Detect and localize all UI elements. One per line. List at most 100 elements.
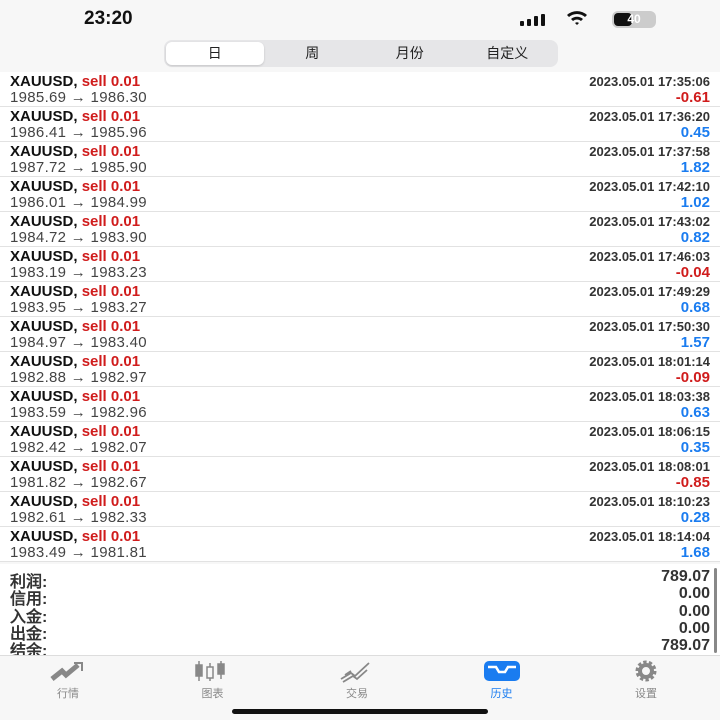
trade-prices: 1987.72 → 1985.90 (10, 159, 147, 176)
tab-gear[interactable]: 设置 (606, 659, 686, 701)
trade-side: sell 0.01 (81, 283, 141, 300)
trade-side: sell 0.01 (81, 458, 141, 475)
trade-profit: 1.68 (680, 544, 710, 561)
tab-history-tray[interactable]: 历史 (462, 659, 542, 701)
trade-side: sell 0.01 (81, 73, 141, 90)
trade-row[interactable]: XAUUSD, sell 0.01 2023.05.01 17:43:02 19… (0, 212, 720, 247)
trade-row[interactable]: XAUUSD, sell 0.01 2023.05.01 17:36:20 19… (0, 107, 720, 142)
trade-symbol: XAUUSD, sell 0.01 (10, 108, 140, 125)
trade-row[interactable]: XAUUSD, sell 0.01 2023.05.01 18:14:04 19… (0, 527, 720, 562)
trade-profit: -0.85 (675, 474, 710, 491)
tab-label: 行情 (57, 688, 79, 700)
trade-time: 2023.05.01 18:10:23 (589, 494, 710, 509)
trade-prices: 1981.82 → 1982.67 (10, 474, 147, 491)
trade-side: sell 0.01 (81, 178, 141, 195)
gear-icon (606, 659, 686, 683)
trade-time: 2023.05.01 17:50:30 (589, 319, 710, 334)
trade-row[interactable]: XAUUSD, sell 0.01 2023.05.01 17:46:03 19… (0, 247, 720, 282)
summary-row: 信用: 0.00 (0, 585, 720, 608)
tab-trade[interactable]: 交易 (317, 659, 397, 701)
trade-side: sell 0.01 (81, 353, 141, 370)
trade-row[interactable]: XAUUSD, sell 0.01 2023.05.01 18:08:01 19… (0, 457, 720, 492)
summary-value: 0.00 (678, 619, 710, 637)
symbol: XAUUSD, (10, 213, 78, 230)
symbol: XAUUSD, (10, 283, 78, 300)
symbol: XAUUSD, (10, 423, 78, 440)
trade-prices: 1983.95 → 1983.27 (10, 299, 147, 316)
period-tab-2[interactable]: 月份 (361, 42, 459, 65)
tab-label: 交易 (346, 688, 368, 700)
trade-profit: 0.35 (680, 439, 710, 456)
trade-prices: 1983.59 → 1982.96 (10, 404, 147, 421)
trade-symbol: XAUUSD, sell 0.01 (10, 213, 140, 230)
trade-time: 2023.05.01 17:46:03 (589, 249, 710, 264)
trade-symbol: XAUUSD, sell 0.01 (10, 73, 140, 90)
symbol: XAUUSD, (10, 143, 78, 160)
trade-prices: 1984.97 → 1983.40 (10, 334, 147, 351)
trade-symbol: XAUUSD, sell 0.01 (10, 283, 140, 300)
trade-row[interactable]: XAUUSD, sell 0.01 2023.05.01 18:10:23 19… (0, 492, 720, 527)
trade-profit: -0.04 (675, 264, 710, 281)
candlestick-chart-icon (173, 659, 253, 683)
trade-row[interactable]: XAUUSD, sell 0.01 2023.05.01 18:01:14 19… (0, 352, 720, 387)
trade-time: 2023.05.01 18:14:04 (589, 529, 710, 544)
home-indicator (232, 709, 488, 714)
trade-prices: 1982.88 → 1982.97 (10, 369, 147, 386)
status-bar: 23:20 40 (0, 0, 720, 40)
symbol: XAUUSD, (10, 73, 78, 90)
trade-side: sell 0.01 (81, 318, 141, 335)
symbol: XAUUSD, (10, 178, 78, 195)
trade-symbol: XAUUSD, sell 0.01 (10, 178, 140, 195)
symbol: XAUUSD, (10, 528, 78, 545)
trade-time: 2023.05.01 17:43:02 (589, 214, 710, 229)
trade-profit: 0.68 (680, 299, 710, 316)
trade-profit: 1.82 (680, 159, 710, 176)
trade-side: sell 0.01 (81, 423, 141, 440)
trade-profit: 1.02 (680, 194, 710, 211)
trade-time: 2023.05.01 17:37:58 (589, 144, 710, 159)
summary-value: 0.00 (678, 602, 710, 620)
scrollbar[interactable] (714, 568, 717, 653)
period-tab-1[interactable]: 周 (264, 42, 362, 65)
trade-prices: 1982.61 → 1982.33 (10, 509, 147, 526)
trade-history-list: XAUUSD, sell 0.01 2023.05.01 17:35:06 19… (0, 72, 720, 562)
trade-time: 2023.05.01 18:03:38 (589, 389, 710, 404)
tab-quotes[interactable]: 行情 (28, 659, 108, 701)
trade-row[interactable]: XAUUSD, sell 0.01 2023.05.01 17:49:29 19… (0, 282, 720, 317)
trade-profit: -0.61 (675, 89, 710, 106)
trade-row[interactable]: XAUUSD, sell 0.01 2023.05.01 18:03:38 19… (0, 387, 720, 422)
trade-time: 2023.05.01 17:42:10 (589, 179, 710, 194)
trade-row[interactable]: XAUUSD, sell 0.01 2023.05.01 18:06:15 19… (0, 422, 720, 457)
summary-row: 出金: 0.00 (0, 619, 720, 643)
tab-label: 设置 (635, 688, 657, 700)
summary-value: 789.07 (661, 568, 710, 585)
trade-prices: 1985.69 → 1986.30 (10, 89, 147, 106)
trade-symbol: XAUUSD, sell 0.01 (10, 528, 140, 545)
trade-time: 2023.05.01 18:06:15 (589, 424, 710, 439)
summary-row: 入金: 0.00 (0, 602, 720, 626)
trade-symbol: XAUUSD, sell 0.01 (10, 248, 140, 265)
trade-prices: 1982.42 → 1982.07 (10, 439, 147, 456)
period-tab-3[interactable]: 自定义 (459, 42, 557, 65)
symbol: XAUUSD, (10, 318, 78, 335)
trade-profit: 0.45 (680, 124, 710, 141)
trade-side: sell 0.01 (81, 108, 141, 125)
tab-candlestick-chart[interactable]: 图表 (173, 659, 253, 701)
period-tab-0[interactable]: 日 (166, 42, 264, 65)
trade-row[interactable]: XAUUSD, sell 0.01 2023.05.01 17:37:58 19… (0, 142, 720, 177)
summary-value: 789.07 (661, 637, 710, 655)
trade-row[interactable]: XAUUSD, sell 0.01 2023.05.01 17:50:30 19… (0, 317, 720, 352)
summary-row: 结余: 789.07 (0, 637, 720, 660)
trade-time: 2023.05.01 18:08:01 (589, 459, 710, 474)
trade-profit: 0.82 (680, 229, 710, 246)
symbol: XAUUSD, (10, 458, 78, 475)
trade-symbol: XAUUSD, sell 0.01 (10, 423, 140, 440)
trade-profit: 1.57 (680, 334, 710, 351)
trade-profit: 0.63 (680, 404, 710, 421)
trade-row[interactable]: XAUUSD, sell 0.01 2023.05.01 17:42:10 19… (0, 177, 720, 212)
trade-symbol: XAUUSD, sell 0.01 (10, 388, 140, 405)
quotes-icon (28, 659, 108, 683)
symbol: XAUUSD, (10, 388, 78, 405)
trade-row[interactable]: XAUUSD, sell 0.01 2023.05.01 17:35:06 19… (0, 72, 720, 107)
trade-time: 2023.05.01 17:35:06 (589, 74, 710, 89)
